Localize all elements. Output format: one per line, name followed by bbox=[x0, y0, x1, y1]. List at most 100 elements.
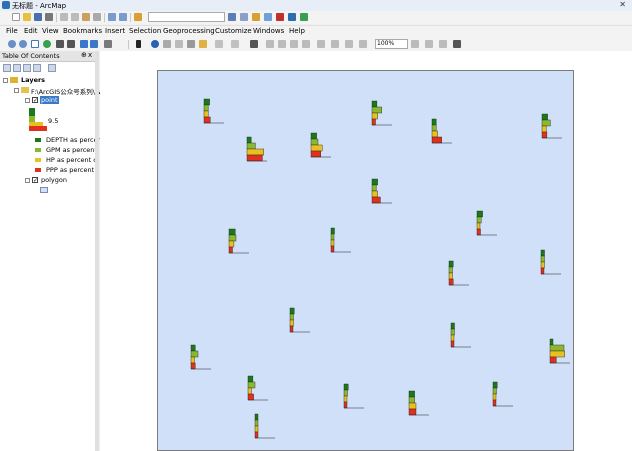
undo-icon[interactable] bbox=[108, 13, 116, 21]
layout-forward-icon[interactable] bbox=[359, 40, 367, 48]
chart-symbol[interactable] bbox=[371, 178, 392, 204]
chart-symbol[interactable] bbox=[450, 322, 471, 348]
chart-symbol[interactable] bbox=[310, 132, 331, 158]
chart-symbol[interactable] bbox=[228, 228, 249, 254]
layers-label[interactable]: Layers bbox=[21, 76, 45, 84]
chart-symbol[interactable] bbox=[289, 307, 310, 333]
layout-toolbar-icon[interactable] bbox=[250, 40, 258, 48]
point-layer-collapse-icon[interactable] bbox=[25, 98, 30, 103]
chart-symbol[interactable] bbox=[540, 249, 561, 275]
zoom-out-icon[interactable] bbox=[19, 40, 27, 48]
layout-full-icon[interactable] bbox=[302, 40, 310, 48]
zoom-percent-combo[interactable]: 100% bbox=[375, 39, 408, 49]
menu-selection[interactable]: Selection bbox=[129, 27, 161, 35]
toc-options-icon[interactable] bbox=[48, 64, 56, 72]
open-icon[interactable] bbox=[23, 13, 31, 21]
forward-extent-icon[interactable] bbox=[90, 40, 98, 48]
pan-icon[interactable] bbox=[31, 40, 39, 48]
identify-icon[interactable] bbox=[151, 40, 159, 48]
toc-scrollbar[interactable] bbox=[95, 51, 99, 451]
search-window-icon[interactable] bbox=[264, 13, 272, 21]
model-builder-icon[interactable] bbox=[300, 13, 308, 21]
select-elements-icon[interactable] bbox=[136, 40, 141, 48]
layout-fixed-in-icon[interactable] bbox=[317, 40, 325, 48]
layout-zoom-in-icon[interactable] bbox=[266, 40, 274, 48]
list-by-visibility-icon[interactable] bbox=[23, 64, 31, 72]
zoom-in-icon[interactable] bbox=[8, 40, 16, 48]
polygon-layer-collapse-icon[interactable] bbox=[25, 178, 30, 183]
copy-icon[interactable] bbox=[71, 13, 79, 21]
menu-customize[interactable]: Customize bbox=[215, 27, 252, 35]
point-layer-visibility-checkbox[interactable]: ✓ bbox=[32, 97, 38, 104]
menu-view[interactable]: View bbox=[42, 27, 59, 35]
python-window-icon[interactable] bbox=[288, 13, 296, 21]
new-document-icon[interactable] bbox=[12, 13, 20, 21]
save-icon[interactable] bbox=[34, 13, 42, 21]
catalog-icon[interactable] bbox=[252, 13, 260, 21]
menu-bookmarks[interactable]: Bookmarks bbox=[63, 27, 102, 35]
menu-insert[interactable]: Insert bbox=[105, 27, 125, 35]
measure-icon[interactable] bbox=[187, 40, 195, 48]
chart-symbol[interactable] bbox=[492, 381, 513, 407]
time-slider-icon[interactable] bbox=[231, 40, 239, 48]
menu-file[interactable]: File bbox=[6, 27, 18, 35]
html-popup-icon[interactable] bbox=[175, 40, 183, 48]
chart-symbol[interactable] bbox=[247, 375, 268, 401]
toggle-draft-icon[interactable] bbox=[411, 40, 419, 48]
chart-symbol[interactable] bbox=[448, 260, 469, 286]
list-by-source-icon[interactable] bbox=[13, 64, 21, 72]
chart-symbol[interactable] bbox=[541, 113, 562, 139]
add-data-icon[interactable] bbox=[134, 13, 142, 21]
focus-data-frame-icon[interactable] bbox=[425, 40, 433, 48]
fixed-zoom-in-icon[interactable] bbox=[56, 40, 64, 48]
list-by-selection-icon[interactable] bbox=[33, 64, 41, 72]
back-extent-icon[interactable] bbox=[80, 40, 88, 48]
arctoolbox-icon[interactable] bbox=[276, 13, 284, 21]
menu-help[interactable]: Help bbox=[289, 27, 305, 35]
fixed-zoom-out-icon[interactable] bbox=[67, 40, 75, 48]
data-driven-pages-icon[interactable] bbox=[453, 40, 461, 48]
table-of-contents-icon[interactable] bbox=[240, 13, 248, 21]
chart-symbol[interactable] bbox=[549, 338, 570, 364]
list-by-drawing-order-icon[interactable] bbox=[3, 64, 11, 72]
delete-icon[interactable] bbox=[93, 13, 101, 21]
folder-collapse-icon[interactable] bbox=[14, 88, 19, 93]
folder-label[interactable]: F:\ArcGIS公众号系列\W bbox=[31, 86, 101, 96]
print-icon[interactable] bbox=[45, 13, 53, 21]
point-layer-label[interactable]: point bbox=[40, 96, 59, 104]
close-window-icon[interactable]: ✕ bbox=[619, 0, 626, 9]
chart-symbol[interactable] bbox=[203, 98, 224, 124]
chart-symbol[interactable] bbox=[408, 390, 429, 416]
chart-symbol[interactable] bbox=[343, 383, 364, 409]
full-extent-icon[interactable] bbox=[43, 40, 51, 48]
go-to-xy-icon[interactable] bbox=[215, 40, 223, 48]
layers-collapse-icon[interactable] bbox=[3, 78, 8, 83]
chart-symbol[interactable] bbox=[371, 100, 392, 126]
find-icon[interactable] bbox=[163, 40, 171, 48]
cut-icon[interactable] bbox=[60, 13, 68, 21]
paste-icon[interactable] bbox=[82, 13, 90, 21]
menu-windows[interactable]: Windows bbox=[253, 27, 284, 35]
change-layout-icon[interactable] bbox=[439, 40, 447, 48]
chart-symbol[interactable] bbox=[476, 210, 497, 236]
layout-pan-icon[interactable] bbox=[290, 40, 298, 48]
redo-icon[interactable] bbox=[119, 13, 127, 21]
toc-close-icon[interactable]: x bbox=[88, 51, 92, 59]
chart-symbol[interactable] bbox=[254, 413, 275, 439]
hyperlink-icon[interactable] bbox=[199, 40, 207, 48]
polygon-layer-label[interactable]: polygon bbox=[41, 176, 67, 184]
chart-symbol[interactable] bbox=[190, 344, 211, 370]
map-data-frame[interactable] bbox=[157, 70, 574, 451]
layout-back-icon[interactable] bbox=[345, 40, 353, 48]
layout-zoom-out-icon[interactable] bbox=[278, 40, 286, 48]
chart-symbol[interactable] bbox=[431, 118, 452, 144]
menu-edit[interactable]: Edit bbox=[24, 27, 38, 35]
layout-fixed-out-icon[interactable] bbox=[331, 40, 339, 48]
select-features-icon[interactable] bbox=[104, 40, 112, 48]
map-scale-combo[interactable] bbox=[148, 12, 225, 22]
polygon-layer-visibility-checkbox[interactable]: ✓ bbox=[32, 177, 38, 184]
chart-symbol[interactable] bbox=[330, 227, 351, 253]
editor-toolbar-icon[interactable] bbox=[228, 13, 236, 21]
chart-symbol[interactable] bbox=[246, 136, 267, 162]
toc-pin-icon[interactable]: ⊕ bbox=[81, 51, 87, 59]
